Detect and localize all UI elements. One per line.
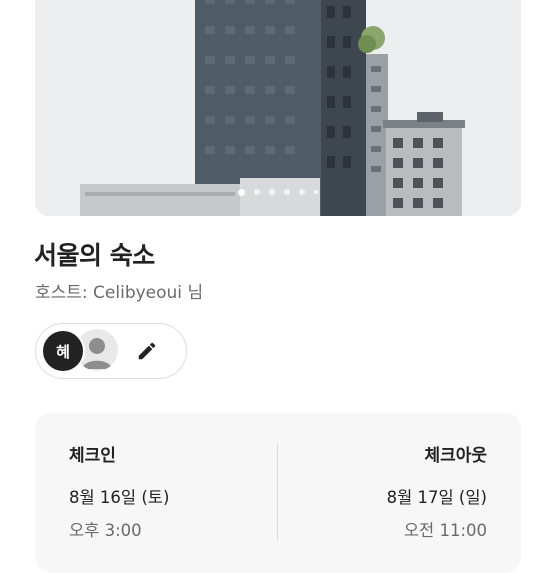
carousel-dots xyxy=(35,189,521,196)
building-photo xyxy=(35,0,521,216)
checkin-date: 8월 16일 (토) xyxy=(69,488,170,507)
carousel-dot xyxy=(314,190,318,194)
carousel-dot xyxy=(254,189,260,195)
carousel-dot xyxy=(269,189,275,195)
carousel-dot xyxy=(299,189,305,195)
pencil-icon[interactable] xyxy=(134,338,160,364)
checkout-label: 체크아웃 xyxy=(424,446,487,466)
host-line: 호스트: Celibyeoui 님 xyxy=(35,283,204,303)
listing-photo-carousel[interactable] xyxy=(35,0,521,216)
checkout-date: 8월 17일 (일) xyxy=(386,488,487,507)
carousel-dot xyxy=(284,189,290,195)
reservation-dates-card: 체크인 8월 16일 (토) 오후 3:00 체크아웃 8월 17일 (일) 오… xyxy=(35,413,521,573)
checkout-time: 오전 11:00 xyxy=(403,521,487,540)
checkin-section: 체크인 8월 16일 (토) 오후 3:00 xyxy=(69,441,169,541)
guest-avatars[interactable]: 혜 xyxy=(35,323,187,379)
listing-title: 서울의 숙소 xyxy=(34,241,155,270)
checkin-label: 체크인 xyxy=(69,446,116,466)
card-divider xyxy=(277,443,278,541)
guest-avatar-initial: 혜 xyxy=(41,329,85,373)
checkout-section: 체크아웃 8월 17일 (일) 오전 11:00 xyxy=(387,441,487,541)
carousel-dot-active xyxy=(238,189,245,196)
checkin-time: 오후 3:00 xyxy=(69,521,142,540)
